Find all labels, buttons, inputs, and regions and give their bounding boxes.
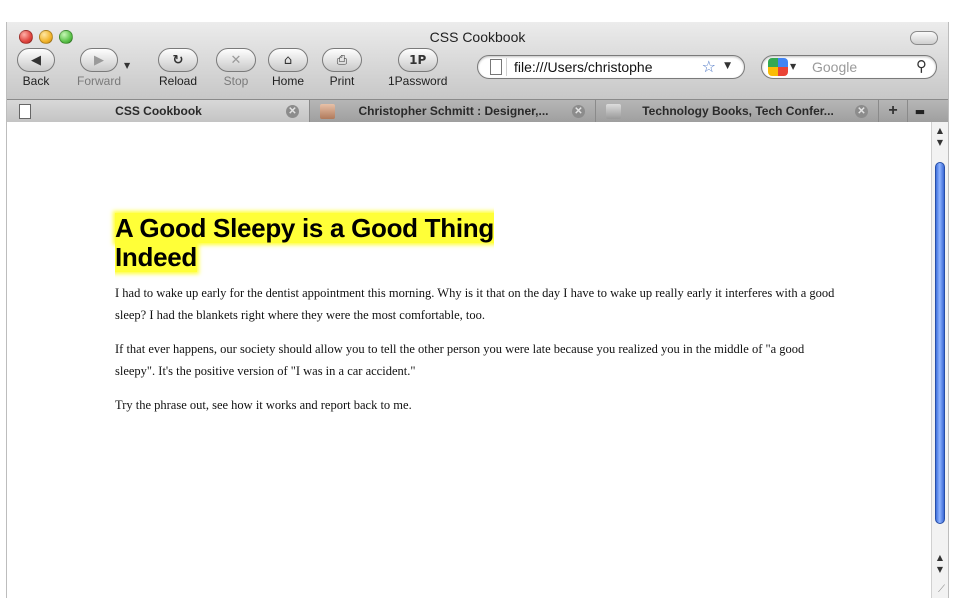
tab-css-cookbook[interactable]: CSS Cookbook ✕ xyxy=(7,100,310,122)
forward-button[interactable]: ▶ Forward xyxy=(77,48,121,88)
reload-icon: ↻ xyxy=(158,48,198,72)
scrollbar-thumb[interactable] xyxy=(935,162,945,524)
paragraph: I had to wake up early for the dentist a… xyxy=(115,286,835,322)
toolbar-toggle-button[interactable] xyxy=(910,31,938,45)
paragraph: If that ever happens, our society should… xyxy=(115,342,805,378)
window-chrome: CSS Cookbook ◀ Back ▶ Forward ▼ ↻ Reload… xyxy=(7,22,948,122)
onepassword-icon: 1P xyxy=(397,48,438,72)
tab-christopher-schmitt[interactable]: Christopher Schmitt : Designer,... ✕ xyxy=(310,100,596,122)
print-label: Print xyxy=(329,74,355,88)
stop-icon: ✕ xyxy=(216,48,256,72)
google-logo-icon[interactable] xyxy=(768,58,788,76)
home-icon: ⌂ xyxy=(268,48,308,72)
tab-label: Technology Books, Tech Confer... xyxy=(642,104,834,118)
chevron-down-icon: ▼ xyxy=(124,61,131,70)
document-icon xyxy=(19,103,31,119)
address-bar[interactable]: file:///Users/christophe ☆ ▼ xyxy=(477,55,745,79)
portrait-favicon-icon xyxy=(320,103,335,119)
tab-label: Christopher Schmitt : Designer,... xyxy=(358,104,549,118)
scroll-down-arrow-icon[interactable]: ▼ xyxy=(932,564,948,576)
vertical-scrollbar[interactable]: ▲ ▼ ▲ ▼ ⟋ xyxy=(931,122,948,598)
chevron-down-icon[interactable]: ▼ xyxy=(724,61,731,71)
back-arrow-icon: ◀ xyxy=(17,48,55,72)
page-content: A Good Sleepy is a Good Thing Indeed I h… xyxy=(7,122,932,598)
back-button[interactable]: ◀ Back xyxy=(17,48,55,88)
page-icon xyxy=(490,59,502,75)
tab-technology-books[interactable]: Technology Books, Tech Confer... ✕ xyxy=(596,100,879,122)
onepassword-button[interactable]: 1P 1Password xyxy=(388,48,447,88)
back-label: Back xyxy=(22,74,50,88)
history-dropdown-button[interactable]: ▼ xyxy=(124,61,130,70)
scroll-up-arrow-icon[interactable]: ▲ xyxy=(932,552,948,564)
close-tab-icon[interactable]: ✕ xyxy=(572,104,585,118)
reload-label: Reload xyxy=(158,74,198,88)
search-placeholder[interactable]: Google xyxy=(812,59,857,75)
search-field[interactable]: ▼ Google ⚲ xyxy=(761,55,937,79)
resize-grip-icon[interactable]: ⟋ xyxy=(938,584,945,595)
tab-label: CSS Cookbook xyxy=(115,104,202,118)
page-heading: A Good Sleepy is a Good Thing Indeed xyxy=(115,213,555,272)
tab-bar: CSS Cookbook ✕ Christopher Schmitt : Des… xyxy=(7,99,948,122)
new-tab-button[interactable]: + xyxy=(879,100,908,122)
book-favicon-icon xyxy=(606,103,621,119)
divider xyxy=(506,58,507,76)
home-label: Home xyxy=(271,74,304,88)
window-title: CSS Cookbook xyxy=(429,29,526,45)
search-icon[interactable]: ⚲ xyxy=(916,57,927,75)
close-tab-icon[interactable]: ✕ xyxy=(286,104,299,118)
forward-label: Forward xyxy=(77,74,122,88)
url-text[interactable]: file:///Users/christophe xyxy=(514,59,684,75)
stop-button[interactable]: ✕ Stop xyxy=(216,48,256,88)
tab-list-menu-icon[interactable]: ▬ xyxy=(907,100,933,122)
forward-arrow-icon: ▶ xyxy=(80,48,118,72)
paragraph: Try the phrase out, see how it works and… xyxy=(115,398,412,412)
reload-button[interactable]: ↻ Reload xyxy=(158,48,198,88)
article: A Good Sleepy is a Good Thing Indeed I h… xyxy=(115,213,835,416)
scroll-down-arrow-icon[interactable]: ▼ xyxy=(932,137,948,149)
printer-icon: ⎙ xyxy=(322,48,362,72)
bookmark-star-icon[interactable]: ☆ xyxy=(702,57,716,76)
onepassword-label: 1Password xyxy=(388,74,448,88)
chevron-down-icon[interactable]: ▼ xyxy=(790,62,796,71)
heading-text: A Good Sleepy is a Good Thing Indeed xyxy=(115,213,494,272)
browser-window: CSS Cookbook ◀ Back ▶ Forward ▼ ↻ Reload… xyxy=(6,22,949,598)
print-button[interactable]: ⎙ Print xyxy=(322,48,362,88)
home-button[interactable]: ⌂ Home xyxy=(268,48,308,88)
close-tab-icon[interactable]: ✕ xyxy=(855,104,868,118)
scroll-up-arrow-icon[interactable]: ▲ xyxy=(932,125,948,137)
stop-label: Stop xyxy=(223,74,249,88)
